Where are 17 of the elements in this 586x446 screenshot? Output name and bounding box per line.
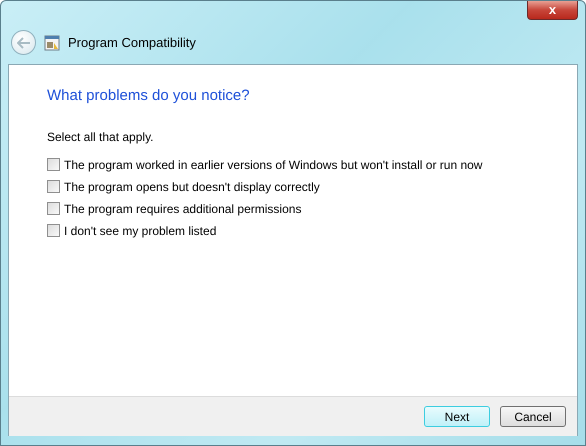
- dialog-button[interactable]: Next: [424, 406, 490, 427]
- option-label: The program requires additional permissions: [64, 200, 302, 218]
- option-label: The program worked in earlier versions of Windows but won't install or run now: [64, 156, 482, 174]
- window-title: Program Compatibility: [68, 34, 196, 52]
- back-button[interactable]: [11, 30, 36, 55]
- program-window-icon: [44, 34, 60, 50]
- back-arrow-icon: [16, 36, 30, 48]
- checkbox[interactable]: [47, 202, 60, 215]
- checkbox[interactable]: [47, 224, 60, 237]
- close-button[interactable]: x: [527, 1, 578, 20]
- checkbox[interactable]: [47, 180, 60, 193]
- checkbox[interactable]: [47, 158, 60, 171]
- dialog-button[interactable]: Cancel: [500, 406, 566, 427]
- option-label: The program opens but doesn't display correctly: [64, 178, 320, 196]
- page-heading: What problems do you notice?: [47, 86, 251, 106]
- instruction-text: Select all that apply.: [47, 128, 155, 146]
- option-label: I don't see my problem listed: [64, 222, 216, 240]
